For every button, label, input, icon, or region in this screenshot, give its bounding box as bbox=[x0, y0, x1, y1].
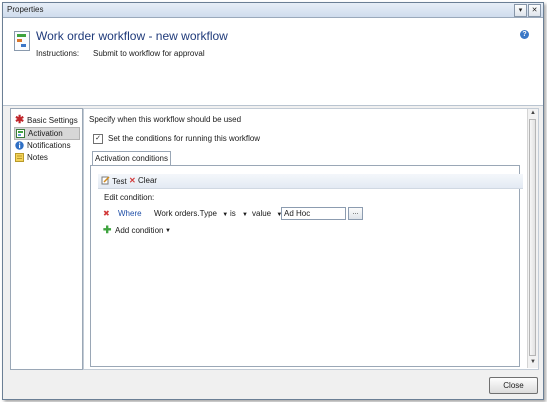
properties-window: Properties ▾ ✕ Work order workflow - new… bbox=[2, 2, 544, 400]
close-button[interactable]: Close bbox=[489, 377, 538, 394]
browse-button[interactable]: ... bbox=[348, 207, 363, 220]
operator-selector[interactable]: is ▼ bbox=[230, 209, 248, 220]
test-label: Test bbox=[112, 177, 127, 186]
conditions-toolbar: Test ✕ Clear bbox=[98, 174, 523, 189]
window-title: Properties bbox=[7, 5, 44, 14]
chevron-down-icon: ▼ bbox=[222, 212, 229, 218]
test-icon bbox=[101, 176, 110, 185]
nav-item-label: Basic Settings bbox=[27, 116, 78, 125]
operator-value: is bbox=[230, 209, 236, 218]
nav-item-label: Notifications bbox=[27, 141, 71, 150]
edit-condition-label: Edit condition: bbox=[104, 193, 155, 202]
clear-button[interactable]: ✕ Clear bbox=[129, 176, 157, 186]
workflow-icon bbox=[14, 31, 30, 51]
scroll-down-icon[interactable]: ▼ bbox=[528, 358, 538, 367]
scroll-thumb[interactable] bbox=[529, 119, 536, 356]
remove-condition-icon[interactable]: ✖ bbox=[103, 209, 110, 219]
field-value: Work orders.Type bbox=[154, 209, 217, 218]
chevron-down-icon: ▼ bbox=[242, 212, 248, 218]
window-close-button[interactable]: ✕ bbox=[528, 4, 541, 17]
settings-nav: ✱ Basic Settings Activation Notification… bbox=[10, 108, 83, 370]
clear-icon: ✕ bbox=[129, 176, 136, 185]
red-asterisk-icon: ✱ bbox=[15, 114, 25, 126]
field-selector[interactable]: Work orders.Type ▼ bbox=[154, 209, 228, 220]
nav-item-label: Activation bbox=[28, 129, 63, 138]
instructions-value: Submit to workflow for approval bbox=[93, 49, 205, 58]
notes-icon bbox=[15, 153, 24, 162]
content-scrollbar[interactable]: ▲ ▼ bbox=[527, 109, 538, 368]
title-bar: Properties ▾ ✕ bbox=[3, 3, 543, 18]
info-icon bbox=[15, 141, 24, 150]
scroll-up-icon[interactable]: ▲ bbox=[528, 109, 538, 118]
set-conditions-label: Set the conditions for running this work… bbox=[108, 134, 261, 143]
clear-label: Clear bbox=[137, 176, 158, 185]
window-menu-button[interactable]: ▾ bbox=[514, 4, 527, 17]
value-type-value: value bbox=[252, 209, 272, 218]
instructions-label: Instructions: bbox=[36, 49, 80, 58]
tab-activation-conditions[interactable]: Activation conditions bbox=[92, 151, 171, 166]
nav-item-activation[interactable]: Activation bbox=[14, 127, 80, 140]
section-heading: Specify when this workflow should be use… bbox=[89, 115, 242, 124]
nav-item-label: Notes bbox=[27, 153, 48, 162]
add-condition-label: Add condition bbox=[115, 226, 164, 235]
chevron-down-icon: ▼ bbox=[165, 228, 171, 234]
add-condition-button[interactable]: ✚ Add condition ▼ bbox=[103, 225, 223, 237]
conditions-panel: Test ✕ Clear Edit condition: ✖ Where Wor… bbox=[90, 165, 523, 367]
nav-item-basic-settings[interactable]: ✱ Basic Settings bbox=[14, 115, 78, 126]
nav-item-notes[interactable]: Notes bbox=[14, 152, 78, 163]
nav-item-notifications[interactable]: Notifications bbox=[14, 140, 78, 151]
activation-icon bbox=[16, 129, 25, 138]
add-icon: ✚ bbox=[103, 225, 112, 236]
where-link[interactable]: Where bbox=[118, 209, 142, 219]
page-title: Work order workflow - new workflow bbox=[36, 29, 228, 43]
condition-row: ✖ Where Work orders.Type ▼ is ▼ value ▼ … bbox=[103, 207, 403, 221]
test-button[interactable]: Test bbox=[101, 176, 127, 187]
set-conditions-checkbox[interactable]: ✓ bbox=[93, 134, 103, 144]
value-type-selector[interactable]: value ▼ bbox=[252, 209, 282, 220]
footer: Close bbox=[3, 370, 543, 399]
help-icon[interactable]: ? bbox=[520, 30, 529, 39]
header-panel: Work order workflow - new workflow Instr… bbox=[3, 18, 543, 106]
condition-value-input[interactable]: Ad Hoc bbox=[281, 207, 346, 220]
activation-content: Specify when this workflow should be use… bbox=[83, 108, 539, 370]
